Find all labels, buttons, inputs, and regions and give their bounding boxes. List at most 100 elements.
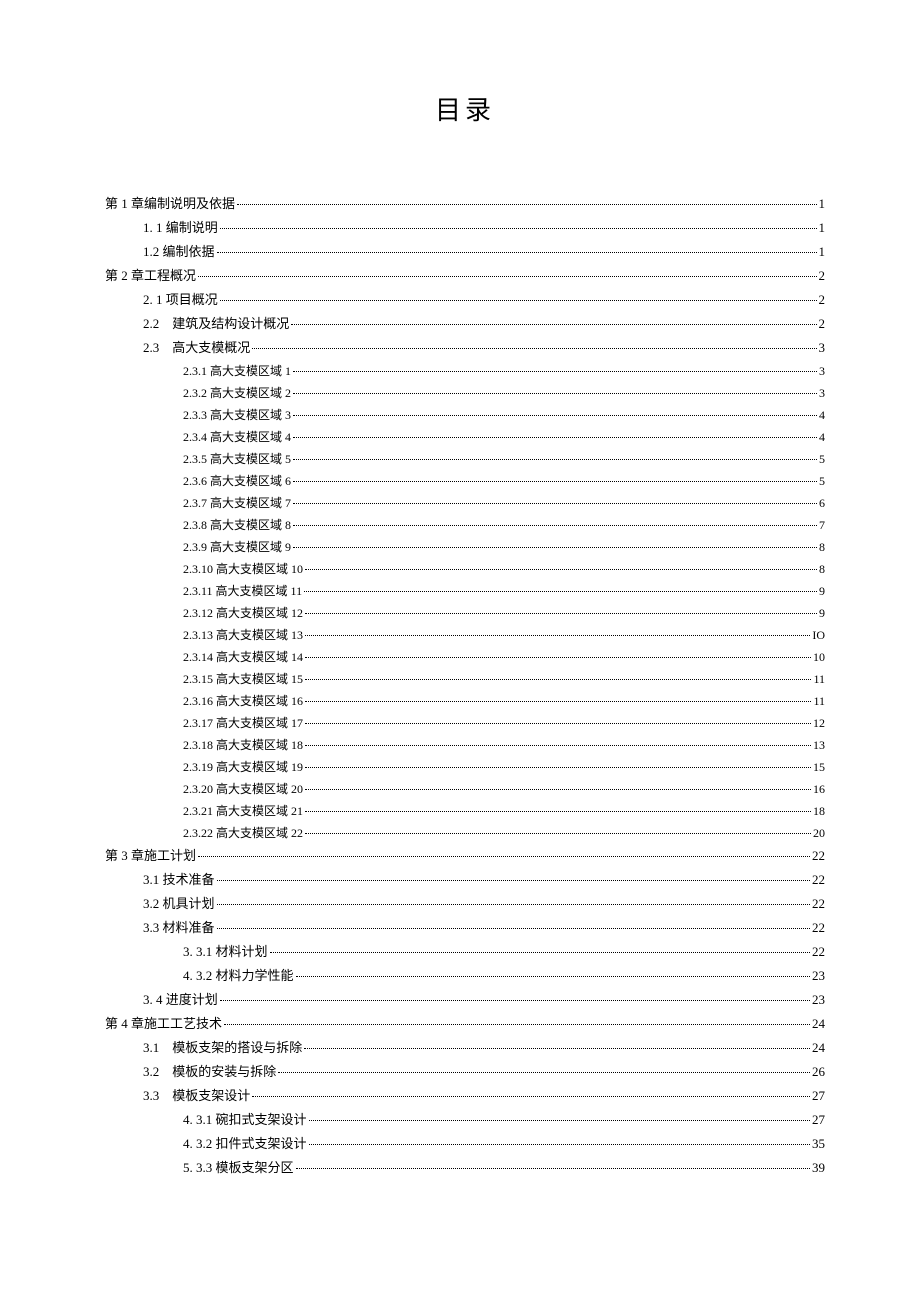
toc-entry-label: 2.3.6 高大支模区域 6: [183, 475, 291, 487]
toc-leader: [217, 880, 810, 881]
toc-entry-page: 2: [819, 269, 826, 282]
toc-entry-label: 4. 3.2 材料力学性能: [183, 969, 294, 982]
toc-entry-label: 2.3.14 高大支模区域 14: [183, 651, 303, 663]
toc-leader: [278, 1072, 810, 1073]
toc-entry-page: 10: [813, 651, 825, 663]
toc-leader: [309, 1120, 810, 1121]
toc-entry: 4. 3.1 碗扣式支架设计27: [105, 1113, 825, 1126]
toc-leader: [252, 348, 816, 349]
toc-leader: [305, 569, 817, 570]
document-page: 目录 第 1 章编制说明及依据11. 1 编制说明11.2 编制依据1第 2 章…: [0, 0, 920, 1245]
toc-entry: 2.3.7 高大支模区域 76: [105, 497, 825, 509]
toc-entry: 2. 1 项目概况 2: [105, 293, 825, 306]
toc-entry-label: 2.3.19 高大支模区域 19: [183, 761, 303, 773]
toc-entry-page: 22: [812, 849, 825, 862]
toc-entry-page: 16: [813, 783, 825, 795]
toc-entry-label: 3. 3.1 材料计划: [183, 945, 268, 958]
toc-entry: 2.3.12 高大支模区域 12 9: [105, 607, 825, 619]
toc-entry-label: 第 1 章编制说明及依据: [105, 197, 235, 210]
toc-leader: [305, 657, 811, 658]
toc-leader: [305, 833, 811, 834]
toc-entry: 2.3.10 高大支模区域 108: [105, 563, 825, 575]
toc-entry-page: 3: [819, 387, 825, 399]
toc-leader: [293, 393, 817, 394]
toc-entry: 2.3.20 高大支模区域 20 16: [105, 783, 825, 795]
toc-entry: 第 1 章编制说明及依据 1: [105, 197, 825, 210]
toc-leader: [217, 904, 810, 905]
toc-entry-label: 5. 3.3 模板支架分区: [183, 1161, 294, 1174]
toc-entry: 3.2 机具计划22: [105, 897, 825, 910]
toc-entry: 3.1 技术准备22: [105, 873, 825, 886]
toc-leader: [237, 204, 816, 205]
toc-entry-label: 2.3.5 高大支模区域 5: [183, 453, 291, 465]
toc-leader: [198, 276, 816, 277]
toc-entry-page: 9: [819, 607, 825, 619]
toc-entry-page: 2: [819, 293, 826, 306]
toc-leader: [198, 856, 810, 857]
toc-entry-label: 2.2 建筑及结构设计概况: [143, 317, 289, 330]
toc-entry: 2.3.1 高大支模区域 13: [105, 365, 825, 377]
toc-entry-label: 2. 1 项目概况: [143, 293, 218, 306]
toc-entry-page: 15: [813, 761, 825, 773]
toc-entry-page: 1: [819, 197, 826, 210]
toc-entry: 4. 3.2 扣件式支架设计35: [105, 1137, 825, 1150]
toc-entry-label: 2.3.21 高大支模区域 21: [183, 805, 303, 817]
toc-entry-label: 2.3.16 高大支模区域 16: [183, 695, 303, 707]
toc-entry: 4. 3.2 材料力学性能23: [105, 969, 825, 982]
toc-leader: [305, 789, 811, 790]
toc-entry-label: 2.3.18 高大支模区域 18: [183, 739, 303, 751]
toc-entry-page: 9: [819, 585, 825, 597]
toc-leader: [293, 547, 817, 548]
toc-entry-page: IO: [812, 629, 825, 641]
toc-entry: 2.3.15 高大支模区域 15 11: [105, 673, 825, 685]
toc-leader: [293, 459, 817, 460]
toc-entry-page: 4: [819, 409, 825, 421]
toc-leader: [293, 503, 817, 504]
toc-leader: [296, 1168, 810, 1169]
toc-entry: 2.3.17 高大支模区域 1712: [105, 717, 825, 729]
toc-leader: [217, 252, 817, 253]
toc-entry-label: 2.3.1 高大支模区域 1: [183, 365, 291, 377]
toc-entry-label: 第 2 章工程概况: [105, 269, 196, 282]
toc-leader: [305, 701, 811, 702]
toc-entry-label: 2.3.8 高大支模区域 8: [183, 519, 291, 531]
toc-entry-page: 8: [819, 541, 825, 553]
toc-entry-page: 27: [812, 1113, 825, 1126]
toc-entry-label: 2.3.20 高大支模区域 20: [183, 783, 303, 795]
toc-entry-page: 1: [819, 245, 826, 258]
toc-entry-label: 2.3.2 高大支模区域 2: [183, 387, 291, 399]
toc-leader: [217, 928, 810, 929]
toc-entry-page: 6: [819, 497, 825, 509]
toc-leader: [293, 481, 817, 482]
toc-entry: 2.3 高大支模概况3: [105, 341, 825, 354]
toc-entry: 2.3.11 高大支模区域 11 9: [105, 585, 825, 597]
toc-entry-page: 11: [813, 673, 825, 685]
toc-entry-label: 3.1 技术准备: [143, 873, 215, 886]
toc-leader: [293, 415, 817, 416]
toc-leader: [293, 525, 817, 526]
toc-leader: [293, 437, 817, 438]
toc-leader: [305, 613, 817, 614]
toc-entry-page: 13: [813, 739, 825, 751]
toc-entry-label: 第 4 章施工工艺技术: [105, 1017, 222, 1030]
toc-leader: [305, 767, 811, 768]
toc-entry-page: 11: [813, 695, 825, 707]
toc-leader: [305, 679, 811, 680]
toc-entry: 2.3.5 高大支模区域 55: [105, 453, 825, 465]
toc-entry-label: 2.3.12 高大支模区域 12: [183, 607, 303, 619]
toc-entry-page: 39: [812, 1161, 825, 1174]
toc-entry-label: 2.3.11 高大支模区域 11: [183, 585, 302, 597]
toc-entry-label: 2.3.15 高大支模区域 15: [183, 673, 303, 685]
toc-entry-label: 1.2 编制依据: [143, 245, 215, 258]
toc-entry: 3. 4 进度计划23: [105, 993, 825, 1006]
toc-entry-page: 22: [812, 897, 825, 910]
toc-entry-label: 3.1 模板支架的搭设与拆除: [143, 1041, 302, 1054]
toc-entry-label: 1. 1 编制说明: [143, 221, 218, 234]
toc-entry-label: 2.3.4 高大支模区域 4: [183, 431, 291, 443]
toc-entry-page: 18: [813, 805, 825, 817]
toc-entry-label: 3.2 模板的安装与拆除: [143, 1065, 276, 1078]
toc-entry: 3.2 模板的安装与拆除26: [105, 1065, 825, 1078]
toc-entry-label: 2.3 高大支模概况: [143, 341, 250, 354]
toc-entry: 2.2 建筑及结构设计概况2: [105, 317, 825, 330]
toc-entry-label: 2.3.17 高大支模区域 17: [183, 717, 303, 729]
